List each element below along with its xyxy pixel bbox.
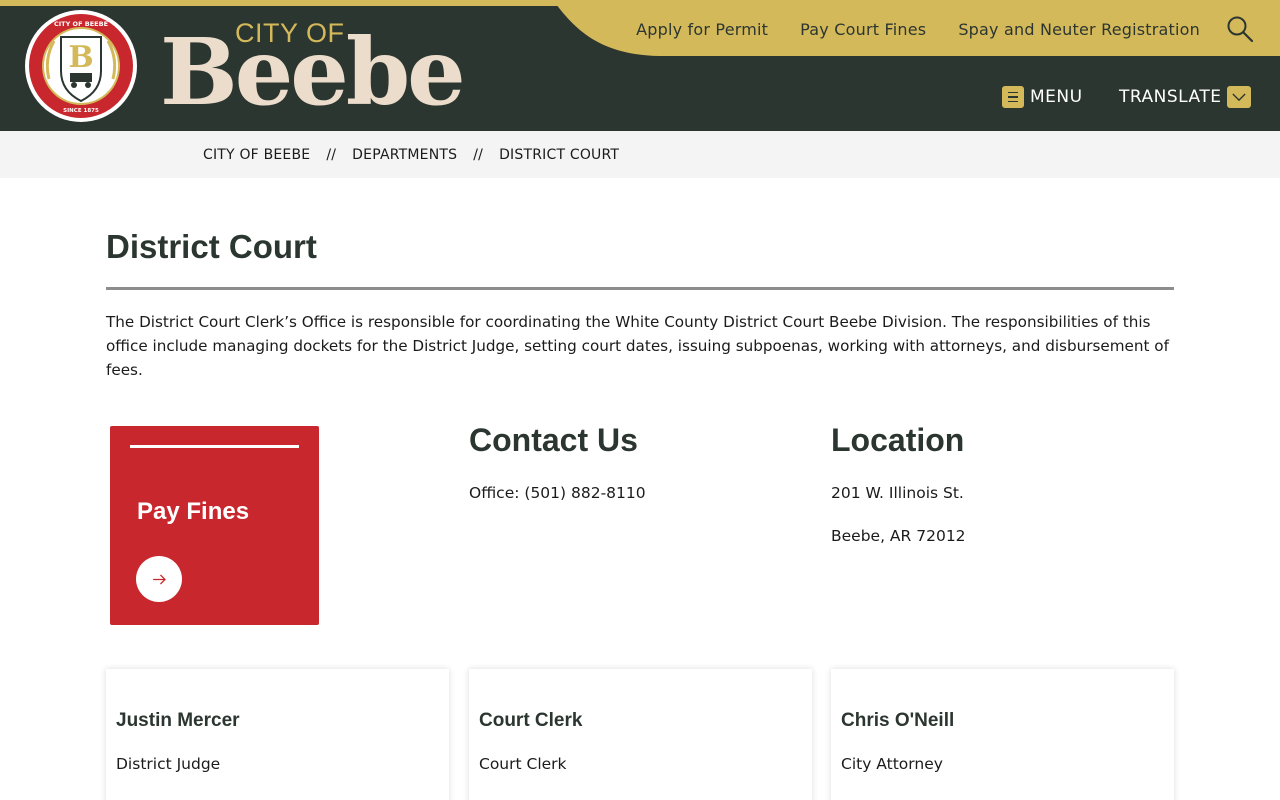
staff-card[interactable]: Court Clerk Court Clerk bbox=[469, 669, 812, 800]
svg-text:B: B bbox=[68, 40, 93, 75]
spay-neuter-registration-link[interactable]: Spay and Neuter Registration bbox=[958, 20, 1200, 39]
staff-role: Court Clerk bbox=[479, 755, 567, 773]
breadcrumb-departments[interactable]: DEPARTMENTS bbox=[352, 147, 457, 163]
staff-role: City Attorney bbox=[841, 755, 943, 773]
contact-office-phone: Office: (501) 882-8110 bbox=[469, 484, 646, 502]
staff-name: Justin Mercer bbox=[116, 710, 240, 731]
intro-paragraph: The District Court Clerk’s Office is res… bbox=[106, 313, 1169, 379]
location-heading: Location bbox=[831, 422, 965, 458]
staff-card[interactable]: Justin Mercer District Judge bbox=[106, 669, 449, 800]
translate-label: TRANSLATE bbox=[1119, 87, 1222, 107]
search-icon bbox=[1227, 16, 1254, 43]
search-button[interactable] bbox=[1225, 14, 1255, 44]
chevron-down-icon bbox=[1227, 86, 1252, 108]
menu-label: MENU bbox=[1030, 87, 1083, 107]
breadcrumb-separator: // bbox=[473, 146, 484, 163]
contact-heading: Contact Us bbox=[469, 422, 638, 458]
site-header: B CITY OF BEEBE SINCE 1875 CITY OF Beebe… bbox=[0, 0, 1280, 131]
location-street: 201 W. Illinois St. bbox=[831, 484, 964, 502]
header-top-line bbox=[0, 0, 1280, 6]
svg-text:SINCE 1875: SINCE 1875 bbox=[63, 108, 99, 114]
staff-role: District Judge bbox=[116, 755, 221, 773]
wordmark-beebe: Beebe bbox=[160, 18, 466, 126]
svg-text:CITY OF BEEBE: CITY OF BEEBE bbox=[54, 20, 108, 28]
pay-fines-card-rule bbox=[130, 445, 299, 448]
apply-for-permit-link[interactable]: Apply for Permit bbox=[636, 20, 768, 39]
title-divider bbox=[106, 287, 1174, 290]
staff-name: Chris O'Neill bbox=[841, 710, 955, 731]
seal-icon: B CITY OF BEEBE SINCE 1875 bbox=[25, 10, 137, 122]
pay-fines-card[interactable]: Pay Fines bbox=[110, 426, 319, 625]
arrow-right-icon bbox=[136, 556, 182, 602]
city-wordmark[interactable]: CITY OF Beebe bbox=[160, 18, 480, 118]
breadcrumb-current: DISTRICT COURT bbox=[499, 146, 620, 163]
menu-button[interactable]: MENU bbox=[1002, 85, 1083, 109]
location-city: Beebe, AR 72012 bbox=[831, 527, 966, 545]
pay-fines-label: Pay Fines bbox=[137, 498, 250, 525]
city-seal-logo[interactable]: B CITY OF BEEBE SINCE 1875 bbox=[24, 9, 138, 123]
pay-court-fines-link[interactable]: Pay Court Fines bbox=[800, 20, 926, 39]
translate-button[interactable]: TRANSLATE bbox=[1119, 85, 1252, 109]
breadcrumb-home[interactable]: CITY OF BEEBE bbox=[203, 147, 310, 163]
staff-card[interactable]: Chris O'Neill City Attorney bbox=[831, 669, 1174, 800]
breadcrumb-separator: // bbox=[326, 146, 337, 163]
utility-nav: Apply for Permit Pay Court Fines Spay an… bbox=[604, 17, 1200, 41]
page-title: District Court bbox=[106, 228, 317, 265]
hamburger-icon bbox=[1002, 86, 1024, 108]
staff-name: Court Clerk bbox=[479, 710, 583, 731]
breadcrumb: CITY OF BEEBE // DEPARTMENTS // DISTRICT… bbox=[0, 131, 1280, 178]
